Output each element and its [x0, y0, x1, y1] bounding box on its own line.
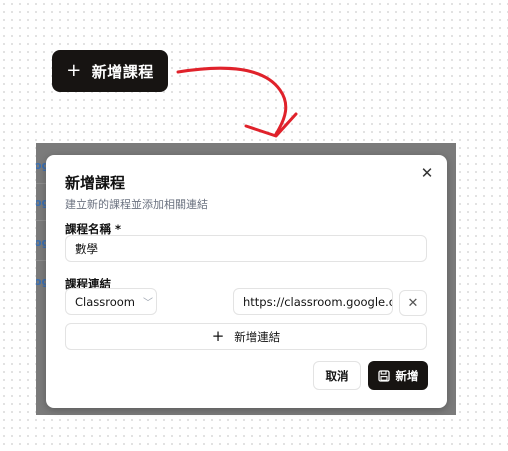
background-text-fragment: og — [36, 275, 49, 288]
cancel-button[interactable]: 取消 — [313, 361, 361, 390]
add-link-label: 新增連結 — [234, 329, 281, 344]
dialog-title: 新增課程 — [65, 174, 126, 192]
submit-button[interactable]: 新增 — [368, 361, 428, 390]
close-icon[interactable]: ✕ — [419, 165, 435, 181]
close-icon: ✕ — [407, 295, 419, 311]
background-text-fragment: og — [36, 236, 49, 249]
link-url-value: https://classroom.google.co — [243, 294, 393, 309]
course-name-value: 數學 — [75, 241, 98, 256]
background-text-fragment: og — [36, 159, 49, 172]
chevron-down-icon: ﹀ — [143, 298, 154, 309]
add-course-dialog: 新增課程 建立新的課程並添加相關連結 ✕ 課程名稱 * 數學 課程連結 Clas… — [46, 155, 447, 408]
link-type-select[interactable]: Classroom ﹀ — [65, 288, 157, 315]
plus-icon: + — [211, 327, 225, 345]
submit-label: 新增 — [395, 368, 419, 383]
cancel-label: 取消 — [325, 368, 349, 383]
remove-link-button[interactable]: ✕ — [399, 290, 427, 316]
save-icon — [377, 369, 390, 382]
dialog-description: 建立新的課程並添加相關連結 — [65, 198, 208, 211]
link-url-input[interactable]: https://classroom.google.co — [233, 288, 393, 315]
add-link-button[interactable]: + 新增連結 — [65, 323, 427, 350]
course-name-input[interactable]: 數學 — [65, 235, 427, 262]
link-type-value: Classroom — [75, 294, 136, 309]
background-text-fragment: og — [36, 196, 49, 209]
